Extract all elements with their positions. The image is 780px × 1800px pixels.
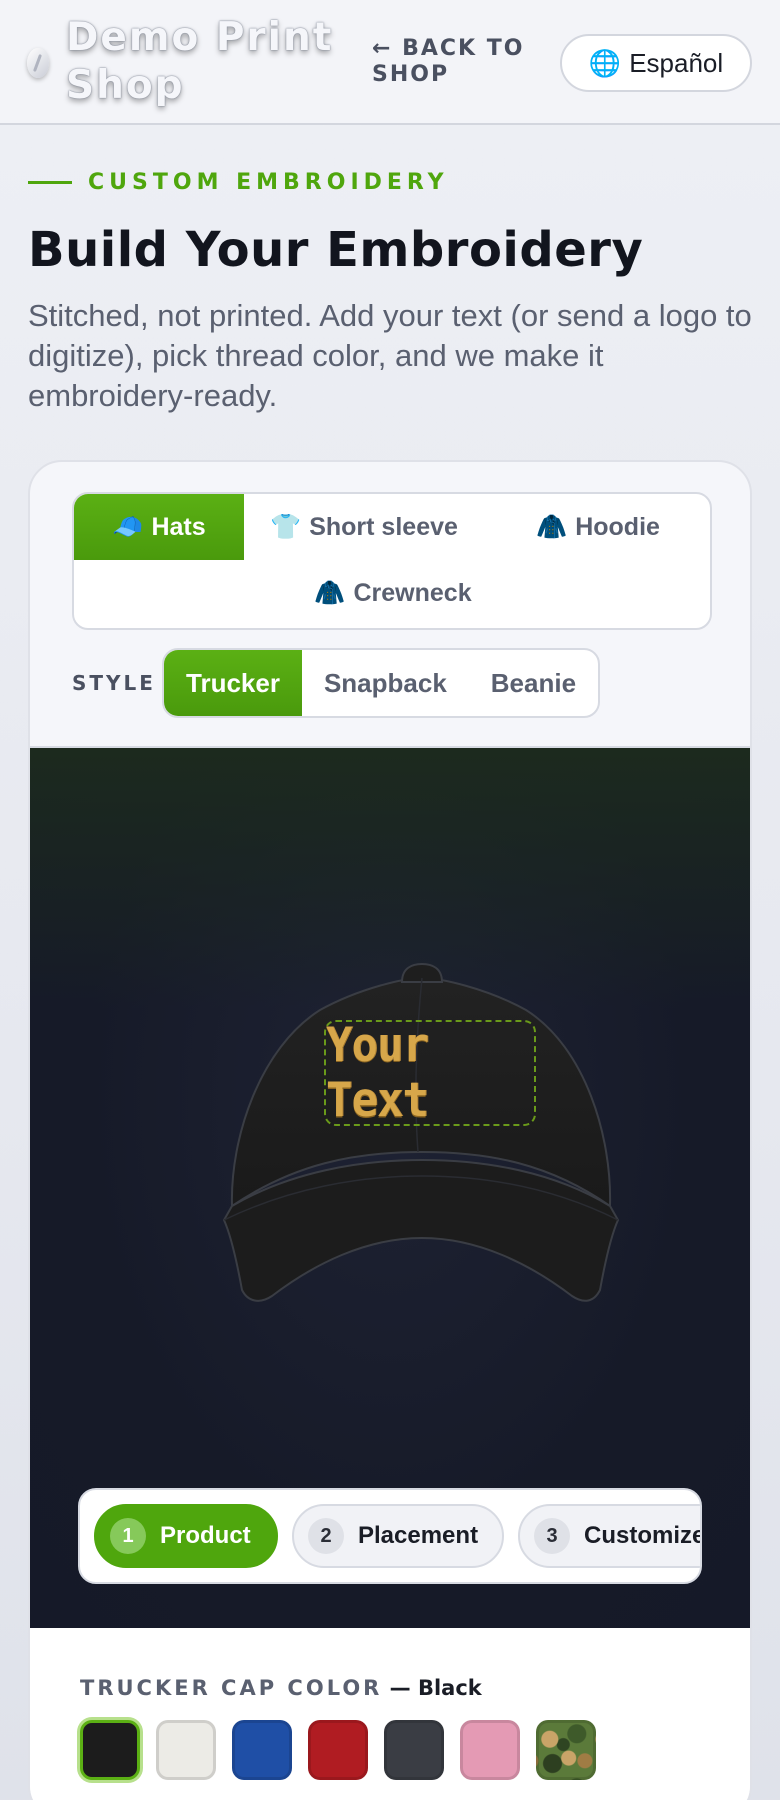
logo-icon [27,48,49,78]
selected-cap-color-name: Black [417,1676,482,1700]
cap-icon: 🧢 [112,512,144,541]
cap-color-picker: TRUCKER CAP COLOR — Black [30,1628,750,1800]
tab-label: Hats [151,512,206,541]
builder-card: 🧢 Hats 👕 Short sleeve 🧥 Hoodie 🧥 Crewnec… [28,460,752,1800]
swatch-royal-blue[interactable] [232,1720,292,1780]
step-placement[interactable]: 2 Placement [292,1504,504,1568]
embroidery-text: Your Text [326,1017,429,1129]
swatch-pink[interactable] [460,1720,520,1780]
cap-color-label: TRUCKER CAP COLOR — Black [80,1676,482,1700]
product-preview: Your Text 1 Product 2 Placement 3 Custom… [30,746,750,1628]
tab-label: Short sleeve [309,512,458,541]
tshirt-icon: 👕 [270,512,302,541]
language-toggle-button[interactable]: 🌐 Español [560,34,752,92]
cap-brim [222,1158,620,1302]
style-option-snapback[interactable]: Snapback [302,650,469,716]
eyebrow-text: CUSTOM EMBROIDERY [88,170,449,195]
section-eyebrow: CUSTOM EMBROIDERY [28,170,449,195]
cap-color-heading: TRUCKER CAP COLOR [80,1676,383,1700]
step-customize[interactable]: 3 Customize [518,1504,702,1568]
site-header: Demo Print Shop ← BACK TO SHOP 🌐 Español [0,0,780,125]
trucker-cap-image [222,962,620,1302]
tab-short-sleeve[interactable]: 👕 Short sleeve [244,494,484,560]
swatch-camo[interactable] [536,1720,596,1780]
step-label: Customize [584,1522,702,1549]
step-label: Product [160,1522,251,1549]
step-number: 1 [110,1518,146,1554]
swatch-charcoal[interactable] [384,1720,444,1780]
swatch-white[interactable] [156,1720,216,1780]
crewneck-icon: 🧥 [314,578,346,607]
brand-name[interactable]: Demo Print Shop [66,14,336,110]
page-subtitle: Stitched, not printed. Add your text (or… [28,298,752,413]
step-label: Placement [358,1522,479,1549]
tab-label: Hoodie [575,512,660,541]
style-selector: STYLE Trucker Snapback Beanie [72,648,601,718]
eyebrow-line [28,181,72,184]
globe-icon: 🌐 [588,47,622,78]
style-option-trucker[interactable]: Trucker [164,650,302,716]
step-number: 3 [534,1518,570,1554]
page-title: Build Your Embroidery [28,222,644,278]
tab-hoodie[interactable]: 🧥 Hoodie [484,494,710,560]
hoodie-icon: 🧥 [536,512,568,541]
tab-hats[interactable]: 🧢 Hats [74,494,244,560]
swatch-black[interactable] [80,1720,140,1780]
style-segmented-control: Trucker Snapback Beanie [162,648,601,718]
cap-color-separator: — [382,1676,418,1700]
tab-label: Crewneck [353,578,472,607]
step-number: 2 [308,1518,344,1554]
product-tabs: 🧢 Hats 👕 Short sleeve 🧥 Hoodie 🧥 Crewnec… [72,492,712,630]
color-swatches [80,1720,596,1780]
back-to-shop-link[interactable]: ← BACK TO SHOP [372,36,542,88]
swatch-red[interactable] [308,1720,368,1780]
tab-crewneck[interactable]: 🧥 Crewneck [74,560,710,626]
embroidery-design-area[interactable]: Your Text [324,1017,536,1129]
step-product[interactable]: 1 Product [94,1504,278,1568]
language-button-label: Español [629,47,724,78]
style-option-beanie[interactable]: Beanie [469,650,598,716]
style-label: STYLE [72,671,156,695]
builder-steps: 1 Product 2 Placement 3 Customize [78,1488,702,1584]
